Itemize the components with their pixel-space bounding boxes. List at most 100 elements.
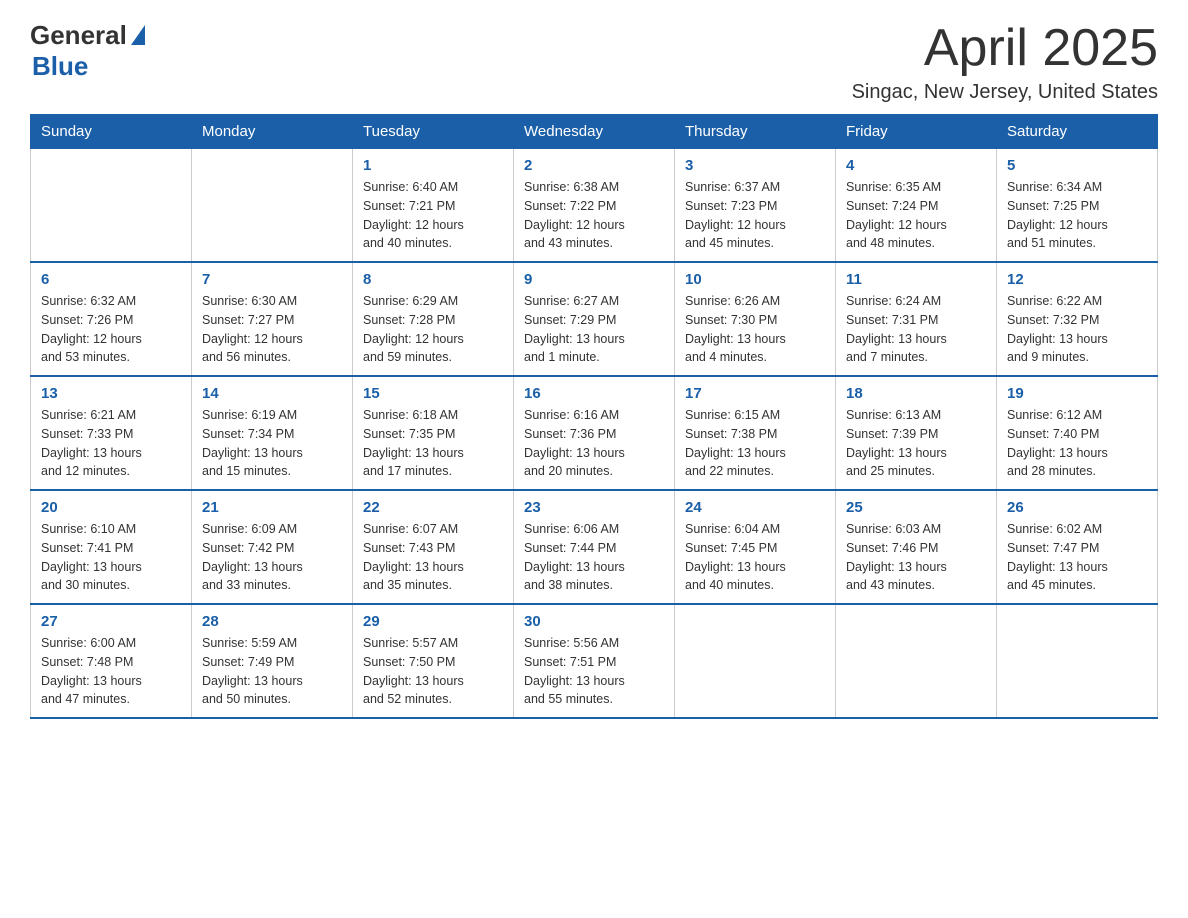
calendar-week-row: 20Sunrise: 6:10 AMSunset: 7:41 PMDayligh… [31, 490, 1158, 604]
day-number: 23 [524, 499, 664, 516]
day-number: 18 [846, 385, 986, 402]
day-number: 4 [846, 157, 986, 174]
day-info: Sunrise: 6:24 AMSunset: 7:31 PMDaylight:… [846, 292, 986, 367]
calendar-cell: 9 Sunrise: 6:27 AMSunset: 7:29 PMDaylight… [514, 262, 675, 376]
day-info: Sunrise: 6:34 AMSunset: 7:25 PMDaylight:… [1007, 178, 1147, 253]
day-info: Sunrise: 6:30 AMSunset: 7:27 PMDaylight:… [202, 292, 342, 367]
day-info: Sunrise: 5:56 AMSunset: 7:51 PMDaylight:… [524, 634, 664, 709]
logo-general-text: General [30, 20, 127, 51]
calendar-cell: 1Sunrise: 6:40 AMSunset: 7:21 PMDaylight… [353, 149, 514, 263]
day-number: 6 [41, 271, 181, 288]
day-number: 22 [363, 499, 503, 516]
calendar-cell: 2Sunrise: 6:38 AMSunset: 7:22 PMDaylight… [514, 149, 675, 263]
day-number: 16 [524, 385, 664, 402]
day-info: Sunrise: 6:27 AMSunset: 7:29 PMDaylight:… [524, 292, 664, 367]
calendar-cell: 22 Sunrise: 6:07 AMSunset: 7:43 PMDayligh… [353, 490, 514, 604]
day-info: Sunrise: 6:26 AMSunset: 7:30 PMDaylight:… [685, 292, 825, 367]
calendar-table: SundayMondayTuesdayWednesdayThursdayFrid… [30, 114, 1158, 719]
day-info: Sunrise: 6:19 AMSunset: 7:34 PMDaylight:… [202, 406, 342, 481]
calendar-cell [997, 604, 1158, 718]
day-number: 13 [41, 385, 181, 402]
day-number: 25 [846, 499, 986, 516]
calendar-cell: 17Sunrise: 6:15 AMSunset: 7:38 PMDayligh… [675, 376, 836, 490]
calendar-cell: 28Sunrise: 5:59 AMSunset: 7:49 PMDayligh… [192, 604, 353, 718]
day-info: Sunrise: 6:29 AMSunset: 7:28 PMDaylight:… [363, 292, 503, 367]
calendar-cell: 26 Sunrise: 6:02 AMSunset: 7:47 PMDayligh… [997, 490, 1158, 604]
day-info: Sunrise: 6:38 AMSunset: 7:22 PMDaylight:… [524, 178, 664, 253]
day-info: Sunrise: 6:12 AMSunset: 7:40 PMDaylight:… [1007, 406, 1147, 481]
calendar-cell: 23 Sunrise: 6:06 AMSunset: 7:44 PMDayligh… [514, 490, 675, 604]
calendar-cell: 13 Sunrise: 6:21 AMSunset: 7:33 PMDayligh… [31, 376, 192, 490]
calendar-cell: 5Sunrise: 6:34 AMSunset: 7:25 PMDaylight… [997, 149, 1158, 263]
day-number: 26 [1007, 499, 1147, 516]
logo: General Blue [30, 20, 145, 82]
days-of-week-row: SundayMondayTuesdayWednesdayThursdayFrid… [31, 115, 1158, 149]
day-info: Sunrise: 6:32 AMSunset: 7:26 PMDaylight:… [41, 292, 181, 367]
day-number: 24 [685, 499, 825, 516]
calendar-week-row: 13 Sunrise: 6:21 AMSunset: 7:33 PMDayligh… [31, 376, 1158, 490]
calendar-cell: 29Sunrise: 5:57 AMSunset: 7:50 PMDayligh… [353, 604, 514, 718]
page-header: General Blue April 2025 Singac, New Jers… [30, 20, 1158, 104]
day-info: Sunrise: 6:10 AMSunset: 7:41 PMDaylight:… [41, 520, 181, 595]
day-number: 29 [363, 613, 503, 630]
day-info: Sunrise: 6:22 AMSunset: 7:32 PMDaylight:… [1007, 292, 1147, 367]
day-of-week-header: Thursday [675, 115, 836, 149]
day-info: Sunrise: 6:21 AMSunset: 7:33 PMDaylight:… [41, 406, 181, 481]
day-number: 17 [685, 385, 825, 402]
day-number: 7 [202, 271, 342, 288]
calendar-cell: 15Sunrise: 6:18 AMSunset: 7:35 PMDayligh… [353, 376, 514, 490]
day-of-week-header: Saturday [997, 115, 1158, 149]
day-info: Sunrise: 6:18 AMSunset: 7:35 PMDaylight:… [363, 406, 503, 481]
calendar-cell: 6 Sunrise: 6:32 AMSunset: 7:26 PMDaylight… [31, 262, 192, 376]
day-info: Sunrise: 6:03 AMSunset: 7:46 PMDaylight:… [846, 520, 986, 595]
day-info: Sunrise: 6:13 AMSunset: 7:39 PMDaylight:… [846, 406, 986, 481]
day-info: Sunrise: 6:16 AMSunset: 7:36 PMDaylight:… [524, 406, 664, 481]
day-info: Sunrise: 6:40 AMSunset: 7:21 PMDaylight:… [363, 178, 503, 253]
calendar-cell: 7 Sunrise: 6:30 AMSunset: 7:27 PMDaylight… [192, 262, 353, 376]
day-number: 30 [524, 613, 664, 630]
calendar-cell: 24 Sunrise: 6:04 AMSunset: 7:45 PMDayligh… [675, 490, 836, 604]
calendar-cell [836, 604, 997, 718]
day-number: 8 [363, 271, 503, 288]
calendar-cell: 3Sunrise: 6:37 AMSunset: 7:23 PMDaylight… [675, 149, 836, 263]
day-number: 28 [202, 613, 342, 630]
day-number: 12 [1007, 271, 1147, 288]
calendar-cell: 12 Sunrise: 6:22 AMSunset: 7:32 PMDayligh… [997, 262, 1158, 376]
day-info: Sunrise: 6:04 AMSunset: 7:45 PMDaylight:… [685, 520, 825, 595]
calendar-cell [675, 604, 836, 718]
day-info: Sunrise: 6:02 AMSunset: 7:47 PMDaylight:… [1007, 520, 1147, 595]
calendar-cell: 21Sunrise: 6:09 AMSunset: 7:42 PMDayligh… [192, 490, 353, 604]
calendar-cell: 27Sunrise: 6:00 AMSunset: 7:48 PMDayligh… [31, 604, 192, 718]
day-info: Sunrise: 6:06 AMSunset: 7:44 PMDaylight:… [524, 520, 664, 595]
calendar-cell: 8 Sunrise: 6:29 AMSunset: 7:28 PMDaylight… [353, 262, 514, 376]
day-info: Sunrise: 6:37 AMSunset: 7:23 PMDaylight:… [685, 178, 825, 253]
calendar-cell: 19 Sunrise: 6:12 AMSunset: 7:40 PMDayligh… [997, 376, 1158, 490]
calendar-week-row: 1Sunrise: 6:40 AMSunset: 7:21 PMDaylight… [31, 149, 1158, 263]
day-info: Sunrise: 6:35 AMSunset: 7:24 PMDaylight:… [846, 178, 986, 253]
calendar-cell: 18 Sunrise: 6:13 AMSunset: 7:39 PMDayligh… [836, 376, 997, 490]
day-of-week-header: Friday [836, 115, 997, 149]
calendar-week-row: 6 Sunrise: 6:32 AMSunset: 7:26 PMDaylight… [31, 262, 1158, 376]
calendar-cell [192, 149, 353, 263]
day-number: 9 [524, 271, 664, 288]
day-info: Sunrise: 6:00 AMSunset: 7:48 PMDaylight:… [41, 634, 181, 709]
calendar-header: SundayMondayTuesdayWednesdayThursdayFrid… [31, 115, 1158, 149]
calendar-cell [31, 149, 192, 263]
day-number: 11 [846, 271, 986, 288]
day-of-week-header: Tuesday [353, 115, 514, 149]
logo-triangle-icon [131, 25, 145, 45]
calendar-body: 1Sunrise: 6:40 AMSunset: 7:21 PMDaylight… [31, 149, 1158, 719]
location-text: Singac, New Jersey, United States [852, 81, 1158, 104]
day-of-week-header: Monday [192, 115, 353, 149]
calendar-cell: 20Sunrise: 6:10 AMSunset: 7:41 PMDayligh… [31, 490, 192, 604]
day-of-week-header: Wednesday [514, 115, 675, 149]
calendar-week-row: 27Sunrise: 6:00 AMSunset: 7:48 PMDayligh… [31, 604, 1158, 718]
month-title: April 2025 [852, 20, 1158, 77]
day-info: Sunrise: 6:07 AMSunset: 7:43 PMDaylight:… [363, 520, 503, 595]
day-number: 19 [1007, 385, 1147, 402]
calendar-cell: 30 Sunrise: 5:56 AMSunset: 7:51 PMDayligh… [514, 604, 675, 718]
day-info: Sunrise: 6:09 AMSunset: 7:42 PMDaylight:… [202, 520, 342, 595]
calendar-cell: 4 Sunrise: 6:35 AMSunset: 7:24 PMDaylight… [836, 149, 997, 263]
calendar-cell: 11 Sunrise: 6:24 AMSunset: 7:31 PMDayligh… [836, 262, 997, 376]
calendar-cell: 25 Sunrise: 6:03 AMSunset: 7:46 PMDayligh… [836, 490, 997, 604]
